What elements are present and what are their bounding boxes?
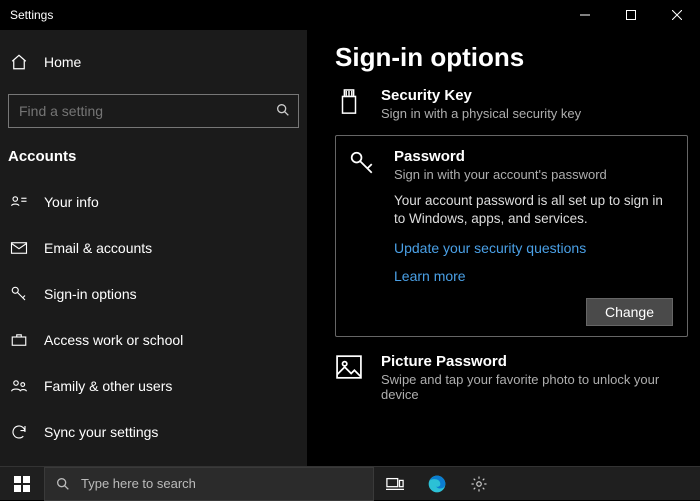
start-button[interactable] — [0, 467, 44, 501]
password-status-text: Your account password is all set up to s… — [394, 192, 673, 228]
option-password-expanded: Password Sign in with your account's pas… — [335, 135, 688, 337]
main-content: Sign-in options Security Key Sign in wit… — [307, 30, 700, 466]
change-button[interactable]: Change — [586, 298, 673, 326]
search-icon — [275, 102, 291, 118]
titlebar: Settings — [0, 0, 700, 30]
window-controls — [562, 0, 700, 30]
option-security-key[interactable]: Security Key Sign in with a physical sec… — [335, 79, 688, 129]
option-title: Security Key — [381, 87, 581, 104]
category-heading: Accounts — [0, 142, 307, 175]
person-card-icon — [10, 193, 28, 211]
sidebar-item-label: Your info — [44, 194, 99, 210]
search-container — [8, 94, 299, 128]
search-icon — [55, 476, 71, 492]
picture-icon — [335, 355, 363, 379]
window-title: Settings — [0, 8, 53, 22]
sidebar: Home Accounts Your info Email & accounts — [0, 30, 307, 466]
sync-icon — [10, 423, 28, 441]
sidebar-item-access-work-school[interactable]: Access work or school — [0, 317, 307, 363]
option-title: Picture Password — [381, 353, 681, 370]
taskbar: Type here to search — [0, 466, 700, 500]
sidebar-item-your-info[interactable]: Your info — [0, 179, 307, 225]
option-desc: Swipe and tap your favorite photo to unl… — [381, 372, 681, 402]
mail-icon — [10, 239, 28, 257]
key-icon — [10, 285, 28, 303]
taskbar-search-placeholder: Type here to search — [81, 476, 196, 491]
home-icon — [10, 53, 28, 71]
taskbar-search[interactable]: Type here to search — [44, 467, 374, 501]
sidebar-item-sign-in-options[interactable]: Sign-in options — [0, 271, 307, 317]
option-picture-password[interactable]: Picture Password Swipe and tap your favo… — [335, 345, 688, 410]
option-desc: Sign in with your account's password — [394, 167, 607, 182]
sidebar-item-label: Access work or school — [44, 332, 183, 348]
settings-icon[interactable] — [458, 467, 500, 501]
page-title: Sign-in options — [335, 42, 688, 73]
sidebar-item-label: Email & accounts — [44, 240, 152, 256]
security-key-icon — [335, 89, 363, 115]
key-icon — [348, 150, 376, 176]
update-security-questions-link[interactable]: Update your security questions — [394, 240, 673, 256]
home-label: Home — [44, 54, 81, 70]
sidebar-item-email-accounts[interactable]: Email & accounts — [0, 225, 307, 271]
minimize-button[interactable] — [562, 0, 608, 30]
edge-icon[interactable] — [416, 467, 458, 501]
people-icon — [10, 377, 28, 395]
sidebar-item-label: Family & other users — [44, 378, 172, 394]
option-title: Password — [394, 148, 607, 165]
sidebar-item-sync-settings[interactable]: Sync your settings — [0, 409, 307, 455]
sidebar-item-label: Sign-in options — [44, 286, 137, 302]
sidebar-item-label: Sync your settings — [44, 424, 158, 440]
home-button[interactable]: Home — [0, 40, 307, 84]
close-button[interactable] — [654, 0, 700, 30]
task-view-button[interactable] — [374, 467, 416, 501]
sidebar-item-family-users[interactable]: Family & other users — [0, 363, 307, 409]
maximize-button[interactable] — [608, 0, 654, 30]
option-desc: Sign in with a physical security key — [381, 106, 581, 121]
briefcase-icon — [10, 331, 28, 349]
learn-more-link[interactable]: Learn more — [394, 268, 673, 284]
search-input[interactable] — [8, 94, 299, 128]
